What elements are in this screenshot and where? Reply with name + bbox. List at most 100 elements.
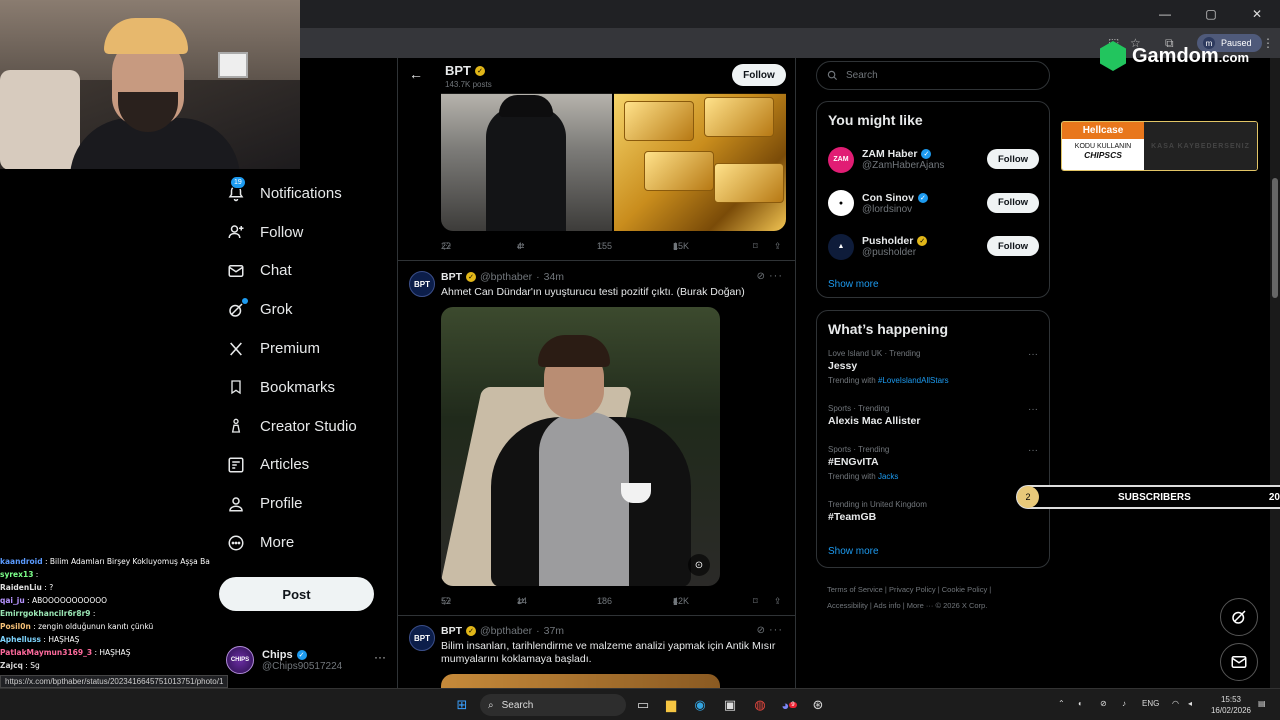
- share-icon[interactable]: ⇪: [774, 241, 782, 252]
- trend-more-icon[interactable]: ···: [1028, 349, 1038, 360]
- language-indicator[interactable]: ENG: [1142, 699, 1159, 708]
- chrome-icon[interactable]: ◍: [750, 695, 770, 715]
- nav-creator-studio[interactable]: Creator Studio: [218, 407, 388, 446]
- follow-button[interactable]: Follow: [987, 192, 1039, 213]
- grok-explain-icon[interactable]: ⊘: [757, 271, 765, 282]
- footer-line[interactable]: Accessibility | Ads info | More ··· © 20…: [827, 598, 1047, 614]
- page-scrollbar[interactable]: [1270, 58, 1280, 688]
- trend-item[interactable]: Sports · Trending Alexis Mac Allister ··…: [817, 404, 1049, 445]
- show-more-link[interactable]: Show more: [817, 269, 1049, 300]
- share-icon[interactable]: ⇪: [774, 596, 782, 607]
- grok-fab-button[interactable]: [1220, 598, 1258, 636]
- chat-message: Posil0n : zengin olduğunun kanıtı çünkü: [0, 622, 154, 631]
- follow-button[interactable]: Follow: [987, 149, 1039, 169]
- microphone-icon[interactable]: ♪: [1122, 699, 1126, 708]
- tweet-more-icon[interactable]: ···: [769, 624, 783, 636]
- chat-username: kaandroid: [0, 557, 43, 566]
- nav-more[interactable]: More: [218, 523, 388, 562]
- discord-icon[interactable]: ◕ 9: [779, 695, 799, 715]
- tweet-author-name[interactable]: BPT: [441, 271, 462, 283]
- back-arrow-icon[interactable]: ←: [409, 66, 423, 82]
- edge-icon[interactable]: ◉: [690, 695, 710, 715]
- suggestion-name: ZAM Haber: [862, 148, 918, 161]
- nav-profile[interactable]: Profile: [218, 484, 388, 523]
- nav-articles[interactable]: Articles: [218, 446, 388, 485]
- tweet-avatar[interactable]: BPT: [409, 271, 435, 297]
- suggestion-name: Pusholder: [862, 235, 914, 248]
- tweet-time[interactable]: 34m: [544, 271, 564, 283]
- scrollbar-thumb[interactable]: [1272, 178, 1278, 298]
- wifi-icon[interactable]: ◠: [1172, 699, 1179, 708]
- app-icon[interactable]: ⊛: [808, 695, 828, 715]
- file-explorer-icon[interactable]: ▆: [661, 695, 681, 715]
- browser-menu-icon[interactable]: ⋮: [1262, 36, 1274, 50]
- trend-more-icon[interactable]: ···: [1028, 445, 1038, 456]
- tweet-time[interactable]: 37m: [544, 625, 564, 637]
- task-view-icon[interactable]: ▭: [633, 695, 653, 715]
- chat-text: ?: [49, 583, 54, 592]
- clock[interactable]: 15:53 16/02/2026: [1208, 694, 1254, 716]
- gamdom-overlay: Gamdom.com: [1100, 36, 1249, 76]
- nav-bookmarks[interactable]: Bookmarks: [218, 368, 388, 407]
- tweet-more-icon[interactable]: ···: [769, 270, 783, 282]
- follow-button[interactable]: Follow: [732, 64, 786, 86]
- nav-chat[interactable]: Chat: [218, 252, 388, 291]
- minimize-icon[interactable]: —: [1142, 0, 1188, 28]
- suggestion-item[interactable]: ZAM ZAM Haber ✓ @ZamHaberAjans Follow: [817, 138, 1049, 182]
- more-dots-icon[interactable]: ···: [374, 650, 386, 664]
- volume-icon[interactable]: ◂: [1188, 699, 1192, 708]
- tweet-media[interactable]: ⊙: [441, 307, 720, 586]
- tweet-avatar[interactable]: BPT: [409, 625, 435, 651]
- messages-fab-button[interactable]: [1220, 643, 1258, 681]
- maximize-icon[interactable]: ▢: [1188, 0, 1234, 28]
- taskbar-search-label: Search: [501, 699, 534, 711]
- tweet-author-name[interactable]: BPT: [441, 625, 462, 637]
- windows-start-icon[interactable]: ⊞: [452, 695, 472, 715]
- nav-grok[interactable]: Grok: [218, 290, 388, 329]
- search-input[interactable]: Search: [816, 61, 1050, 90]
- follow-button[interactable]: Follow: [987, 236, 1039, 256]
- media-grok-icon[interactable]: ⊙: [688, 554, 710, 576]
- nav-label: Creator Studio: [260, 417, 357, 435]
- trend-title: Alexis Mac Allister: [828, 415, 921, 427]
- post-button[interactable]: Post: [219, 577, 374, 611]
- suggestion-item[interactable]: ● Con Sinov ✓ @lordsinov Follow: [817, 182, 1049, 226]
- tray-chevron-icon[interactable]: ⌃: [1058, 699, 1065, 708]
- show-more-link[interactable]: Show more: [817, 536, 1049, 567]
- chat-text: HAŞHAŞ: [99, 648, 131, 657]
- notification-center-icon[interactable]: ▤: [1258, 699, 1266, 708]
- footer-line[interactable]: Terms of Service | Privacy Policy | Cook…: [827, 582, 1047, 598]
- taskbar-search[interactable]: ⌕ Search: [480, 694, 626, 716]
- avatar: ▲: [828, 233, 854, 260]
- suggestion-item[interactable]: ▲ Pusholder ✓ @pusholder Follow: [817, 225, 1049, 269]
- trend-with-link[interactable]: Jacks: [878, 472, 898, 481]
- mail-icon: [1231, 656, 1247, 668]
- suggestion-handle: @lordsinov: [862, 203, 913, 215]
- bookmark-tweet-icon[interactable]: ⌑: [753, 596, 758, 607]
- nav-follow[interactable]: Follow: [218, 213, 388, 252]
- tweet-handle[interactable]: @bpthaber: [480, 271, 532, 283]
- search-icon: [827, 70, 838, 81]
- creator-studio-icon: [226, 416, 246, 436]
- trend-with-link[interactable]: #LoveIslandAllStars: [878, 376, 949, 385]
- sidebar-nav: 19 Notifications Follow Chat Grok Premiu…: [218, 174, 388, 562]
- chat-message: RaidenLiu : ?: [0, 583, 54, 592]
- nav-notifications[interactable]: 19 Notifications: [218, 174, 388, 213]
- trend-item[interactable]: Love Island UK · Trending Jessy Trending…: [817, 349, 1049, 404]
- grok-explain-icon[interactable]: ⊘: [757, 625, 765, 636]
- tweet-media[interactable]: [441, 93, 786, 231]
- close-icon[interactable]: ✕: [1234, 0, 1280, 28]
- store-icon[interactable]: ▣: [720, 695, 740, 715]
- account-switcher[interactable]: CHIPS Chips ✓ @Chips90517224 ···: [226, 644, 386, 676]
- tray-app-icon[interactable]: ⊘: [1100, 699, 1107, 708]
- tray-app-icon[interactable]: ◐: [1078, 699, 1083, 708]
- trend-item[interactable]: Trending in United Kingdom #TeamGB: [817, 500, 1049, 536]
- tweet-handle[interactable]: @bpthaber: [480, 625, 532, 637]
- tweet-media[interactable]: [441, 674, 720, 688]
- bookmark-tweet-icon[interactable]: ⌑: [753, 241, 758, 252]
- trend-item[interactable]: Sports · Trending #ENGvITA Trending with…: [817, 445, 1049, 500]
- chat-message: Emirrgokhancilr6r8r9 :: [0, 609, 96, 618]
- trend-more-icon[interactable]: ···: [1028, 404, 1038, 415]
- hellcase-promo: KODU KULLANIN: [1074, 143, 1132, 150]
- nav-premium[interactable]: Premium: [218, 329, 388, 368]
